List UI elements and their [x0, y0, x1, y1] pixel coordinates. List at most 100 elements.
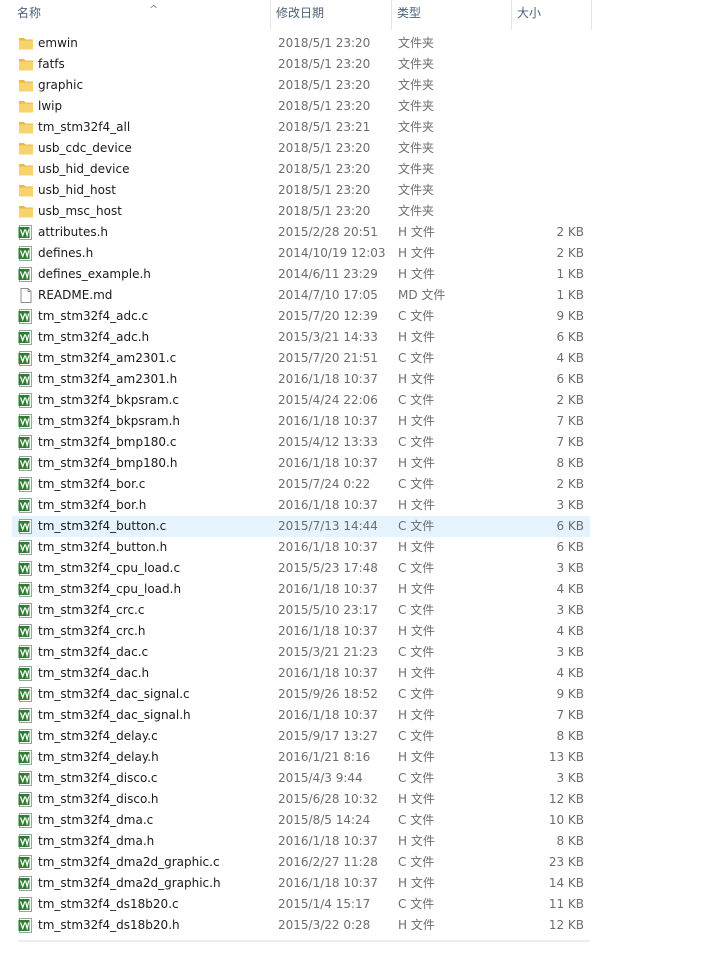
file-date: 2015/3/22 0:28 — [278, 918, 371, 932]
file-row[interactable]: tm_stm32f4_ds18b20.h 2015/3/22 0:28 H 文件 12… — [12, 915, 590, 936]
file-row[interactable]: tm_stm32f4_am2301.h 2016/1/18 10:37 H 文件 6 … — [12, 369, 590, 390]
file-name: defines_example.h — [38, 267, 151, 281]
file-type: C 文件 — [398, 855, 435, 869]
file-row[interactable]: tm_stm32f4_dma2d_graphic.h 2016/1/18 10:3… — [12, 873, 590, 894]
folder-icon — [18, 78, 34, 93]
file-name: tm_stm32f4_crc.h — [38, 624, 146, 638]
file-row[interactable]: tm_stm32f4_adc.c 2015/7/20 12:39 C 文件 9 KB — [12, 306, 590, 327]
file-type: H 文件 — [398, 750, 435, 764]
file-name: attributes.h — [38, 225, 109, 239]
file-row[interactable]: tm_stm32f4_bmp180.h 2016/1/18 10:37 H 文件 8 … — [12, 453, 590, 474]
column-header-size-label: 大小 — [517, 6, 542, 20]
source-file-icon — [18, 267, 34, 282]
file-size: 7 KB — [556, 414, 584, 428]
file-row[interactable]: tm_stm32f4_dac_signal.h 2016/1/18 10:37 H … — [12, 705, 590, 726]
file-name: tm_stm32f4_adc.h — [38, 330, 150, 344]
file-row[interactable]: tm_stm32f4_disco.c 2015/4/3 9:44 C 文件 3 KB — [12, 768, 590, 789]
file-size: 2 KB — [556, 225, 584, 239]
file-date: 2015/2/28 20:51 — [278, 225, 378, 239]
file-name: tm_stm32f4_bkpsram.h — [38, 414, 181, 428]
document-icon — [18, 288, 34, 303]
file-name: tm_stm32f4_cpu_load.h — [38, 582, 182, 596]
file-size: 11 KB — [548, 897, 584, 911]
file-date: 2016/1/18 10:37 — [278, 456, 378, 470]
file-row[interactable]: tm_stm32f4_dma.c 2015/8/5 14:24 C 文件 10 KB — [12, 810, 590, 831]
file-date: 2015/6/28 10:32 — [278, 792, 378, 806]
file-date: 2016/1/21 8:16 — [278, 750, 371, 764]
file-row[interactable]: tm_stm32f4_bor.h 2016/1/18 10:37 H 文件 3 KB — [12, 495, 590, 516]
file-row[interactable]: tm_stm32f4_delay.c 2015/9/17 13:27 C 文件 8 K… — [12, 726, 590, 747]
file-date: 2015/9/26 18:52 — [278, 687, 378, 701]
file-row[interactable]: tm_stm32f4_dac_signal.c 2015/9/26 18:52 C … — [12, 684, 590, 705]
file-name: README.md — [38, 288, 113, 302]
file-type: MD 文件 — [398, 288, 446, 302]
file-date: 2018/5/1 23:21 — [278, 120, 371, 134]
file-row[interactable]: defines_example.h 2014/6/11 23:29 H 文件 1 KB — [12, 264, 590, 285]
file-row[interactable]: tm_stm32f4_dac.h 2016/1/18 10:37 H 文件 4 KB — [12, 663, 590, 684]
file-row[interactable]: README.md 2014/7/10 17:05 MD 文件 1 KB — [12, 285, 590, 306]
source-file-icon — [18, 918, 34, 933]
file-type: C 文件 — [398, 813, 435, 827]
file-row[interactable]: tm_stm32f4_dma.h 2016/1/18 10:37 H 文件 8 KB — [12, 831, 590, 852]
file-row[interactable]: usb_cdc_device 2018/5/1 23:20 文件夹 — [12, 138, 590, 159]
file-row[interactable]: tm_stm32f4_cpu_load.h 2016/1/18 10:37 H 文件… — [12, 579, 590, 600]
folder-icon — [18, 36, 34, 51]
file-row[interactable]: tm_stm32f4_disco.h 2015/6/28 10:32 H 文件 12 … — [12, 789, 590, 810]
partially-visible-row — [18, 940, 590, 942]
file-date: 2018/5/1 23:20 — [278, 57, 371, 71]
file-size: 8 KB — [556, 729, 584, 743]
file-row[interactable]: emwin 2018/5/1 23:20 文件夹 — [12, 33, 590, 54]
file-row[interactable]: usb_msc_host 2018/5/1 23:20 文件夹 — [12, 201, 590, 222]
file-row[interactable]: usb_hid_host 2018/5/1 23:20 文件夹 — [12, 180, 590, 201]
file-date: 2016/1/18 10:37 — [278, 414, 378, 428]
file-row[interactable]: tm_stm32f4_ds18b20.c 2015/1/4 15:17 C 文件 11… — [12, 894, 590, 915]
file-row[interactable]: tm_stm32f4_adc.h 2015/3/21 14:33 H 文件 6 KB — [12, 327, 590, 348]
column-header-size[interactable]: 大小 — [512, 0, 592, 30]
source-file-icon — [18, 582, 34, 597]
column-header-type[interactable]: 类型 — [392, 0, 512, 30]
file-row[interactable]: tm_stm32f4_all 2018/5/1 23:21 文件夹 — [12, 117, 590, 138]
column-header-bar: 名称 ^ 修改日期 类型 大小 — [0, 0, 720, 30]
file-name: tm_stm32f4_adc.c — [38, 309, 149, 323]
file-row[interactable]: tm_stm32f4_bkpsram.c 2015/4/24 22:06 C 文件 2… — [12, 390, 590, 411]
file-row[interactable]: tm_stm32f4_crc.c 2015/5/10 23:17 C 文件 3 KB — [12, 600, 590, 621]
file-row[interactable]: defines.h 2014/10/19 12:03 H 文件 2 KB — [12, 243, 590, 264]
file-type: H 文件 — [398, 246, 435, 260]
file-row[interactable]: tm_stm32f4_bmp180.c 2015/4/12 13:33 C 文件 7 … — [12, 432, 590, 453]
file-size: 23 KB — [548, 855, 584, 869]
file-row[interactable]: tm_stm32f4_bkpsram.h 2016/1/18 10:37 H 文件 7… — [12, 411, 590, 432]
file-row[interactable]: fatfs 2018/5/1 23:20 文件夹 — [12, 54, 590, 75]
column-header-date[interactable]: 修改日期 — [271, 0, 392, 30]
file-type: H 文件 — [398, 330, 435, 344]
file-date: 2016/1/18 10:37 — [278, 624, 378, 638]
file-row[interactable]: tm_stm32f4_button.h 2016/1/18 10:37 H 文件 6 … — [12, 537, 590, 558]
source-file-icon — [18, 477, 34, 492]
file-list: emwin 2018/5/1 23:20 文件夹 fatfs 2018/5/1 23:2… — [0, 33, 720, 936]
file-type: H 文件 — [398, 372, 435, 386]
file-row[interactable]: tm_stm32f4_button.c 2015/7/13 14:44 C 文件 6 … — [12, 516, 590, 537]
file-row[interactable]: usb_hid_device 2018/5/1 23:20 文件夹 — [12, 159, 590, 180]
file-row[interactable]: graphic 2018/5/1 23:20 文件夹 — [12, 75, 590, 96]
file-row[interactable]: tm_stm32f4_dac.c 2015/3/21 21:23 C 文件 3 KB — [12, 642, 590, 663]
column-header-date-label: 修改日期 — [276, 6, 325, 20]
file-date: 2014/7/10 17:05 — [278, 288, 378, 302]
file-row[interactable]: tm_stm32f4_cpu_load.c 2015/5/23 17:48 C 文件… — [12, 558, 590, 579]
file-name: tm_stm32f4_am2301.h — [38, 372, 178, 386]
file-date: 2015/7/24 0:22 — [278, 477, 371, 491]
file-row[interactable]: lwip 2018/5/1 23:20 文件夹 — [12, 96, 590, 117]
file-date: 2014/10/19 12:03 — [278, 246, 386, 260]
file-row[interactable]: attributes.h 2015/2/28 20:51 H 文件 2 KB — [12, 222, 590, 243]
file-row[interactable]: tm_stm32f4_dma2d_graphic.c 2016/2/27 11:2… — [12, 852, 590, 873]
file-row[interactable]: tm_stm32f4_am2301.c 2015/7/20 21:51 C 文件 4 … — [12, 348, 590, 369]
file-size: 6 KB — [556, 330, 584, 344]
file-date: 2016/1/18 10:37 — [278, 582, 378, 596]
file-row[interactable]: tm_stm32f4_bor.c 2015/7/24 0:22 C 文件 2 KB — [12, 474, 590, 495]
file-row[interactable]: tm_stm32f4_delay.h 2016/1/21 8:16 H 文件 13 K… — [12, 747, 590, 768]
file-date: 2018/5/1 23:20 — [278, 204, 371, 218]
file-row[interactable]: tm_stm32f4_crc.h 2016/1/18 10:37 H 文件 4 KB — [12, 621, 590, 642]
file-name: usb_hid_device — [38, 162, 130, 176]
file-date: 2015/4/3 9:44 — [278, 771, 363, 785]
column-header-name[interactable]: 名称 ^ — [12, 0, 271, 30]
file-date: 2015/7/13 14:44 — [278, 519, 378, 533]
folder-icon — [18, 57, 34, 72]
